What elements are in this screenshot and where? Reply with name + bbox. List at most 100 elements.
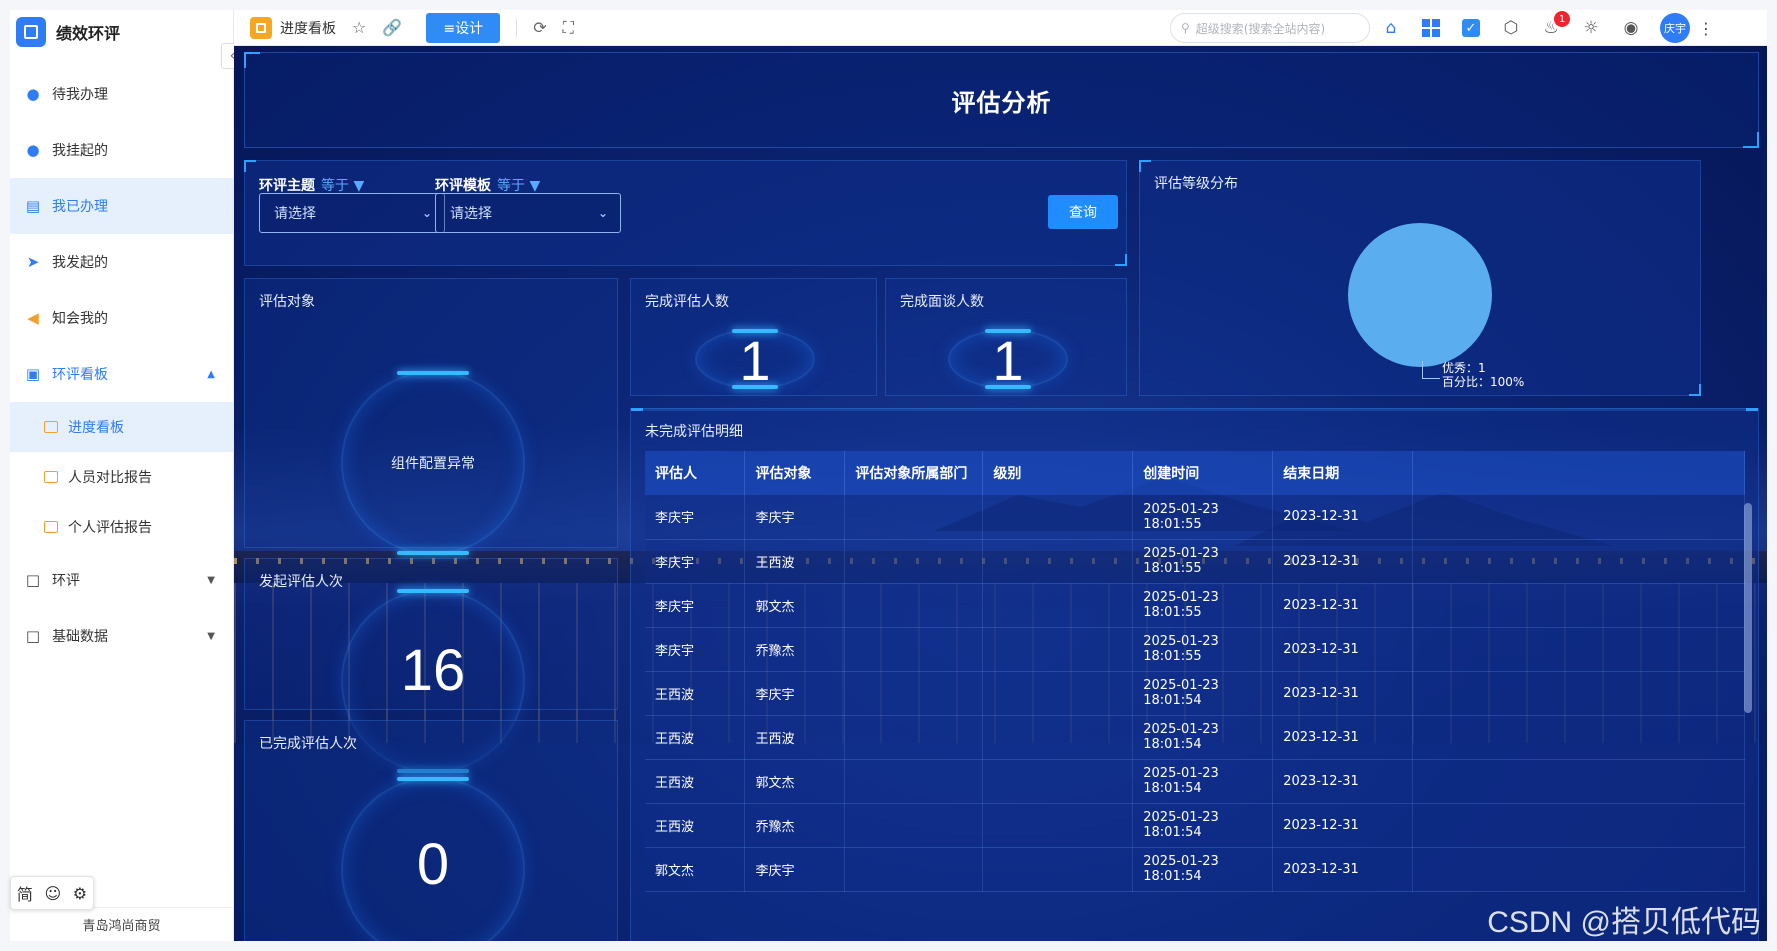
sidebar-group-review[interactable]: □ 环评 ▼ (10, 552, 233, 608)
table-cell: 王西波 (645, 715, 746, 760)
sidebar-item-board[interactable]: ▣ 环评看板 ▲ (10, 346, 233, 402)
fullscreen-icon[interactable]: ⛶ (563, 18, 574, 38)
table-cell: 2025-01-23 18:01:55 (1132, 627, 1274, 672)
table-cell (844, 715, 984, 760)
support-icon[interactable]: ◉ (1620, 17, 1642, 39)
report-icon (44, 471, 58, 483)
col-evaluator[interactable]: 评估人 (645, 451, 746, 495)
toolbar-divider (516, 18, 518, 37)
table-cell: 2023-12-31 (1272, 671, 1414, 716)
sidebar-subitem-progress-board[interactable]: 进度看板 (10, 402, 233, 452)
table-body: 李庆宇 李庆宇 2025-01-23 18:01:55 2023-12-31 李庆宇 王西… (645, 495, 1745, 892)
board-tab-icon (250, 16, 272, 39)
table-row[interactable]: 李庆宇 李庆宇 2025-01-23 18:01:55 2023-12-31 (645, 495, 1745, 540)
dashboard-header: 评估分析 (244, 52, 1759, 148)
tab-progress-board[interactable]: 进度看板 (234, 16, 336, 39)
completed-people-title: 完成评估人数 (645, 294, 729, 310)
sidebar-item-done[interactable]: ▤ 我已办理 (10, 178, 233, 234)
table-cell (982, 847, 1134, 892)
launched-card: 发起评估人次 16 (244, 558, 618, 773)
table-cell: 2025-01-23 18:01:54 (1132, 803, 1274, 848)
refresh-icon[interactable]: ⟳ (533, 18, 546, 37)
table-cell: 李庆宇 (744, 495, 846, 540)
theme-operator-dropdown[interactable]: 等于 ▼ (321, 178, 364, 194)
table-row[interactable]: 王西波 王西波 2025-01-23 18:01:54 2023-12-31 (645, 715, 1745, 760)
table-row[interactable]: 郭文杰 李庆宇 2025-01-23 18:01:54 2023-12-31 (645, 847, 1745, 892)
col-target[interactable]: 评估对象 (744, 451, 846, 495)
pie-slice-excellent[interactable] (1348, 223, 1492, 367)
interview-card: 完成面谈人数 1 (885, 278, 1127, 396)
table-row[interactable]: 李庆宇 郭文杰 2025-01-23 18:01:55 2023-12-31 (645, 583, 1745, 628)
table-row[interactable]: 李庆宇 乔豫杰 2025-01-23 18:01:55 2023-12-31 (645, 627, 1745, 672)
sidebar-item-label: 我已办理 (52, 199, 108, 215)
table-cell (844, 539, 984, 584)
page-title: 评估分析 (951, 88, 1052, 117)
template-operator-label: 等于 (497, 178, 525, 194)
table-cell: 王西波 (645, 671, 746, 716)
design-button[interactable]: ≡设计 (426, 12, 501, 43)
table-cell (982, 715, 1134, 760)
table-cell-filler (1412, 539, 1745, 584)
table-row[interactable]: 王西波 乔豫杰 2025-01-23 18:01:54 2023-12-31 (645, 803, 1745, 848)
col-department[interactable]: 评估对象所属部门 (844, 451, 984, 495)
table-scrollbar[interactable] (1744, 503, 1752, 713)
search-placeholder: 超级搜索(搜索全站内容) (1195, 21, 1326, 36)
compass-icon[interactable]: ☼ (1580, 17, 1602, 39)
pie-label-count: 优秀：1 (1442, 361, 1486, 375)
sidebar-item-initiated[interactable]: ➤ 我发起的 (10, 234, 233, 290)
user-avatar[interactable]: 庆宇 (1660, 13, 1690, 43)
settings-gear-icon[interactable]: ⚙ (73, 884, 87, 903)
table-cell-filler (1412, 495, 1745, 540)
board-icon: ▣ (25, 365, 41, 383)
template-filter-label: 环评模板 等于 ▼ (435, 175, 540, 195)
query-button[interactable]: 查询 (1048, 195, 1118, 229)
global-search-input[interactable]: ⚲ 超级搜索(搜索全站内容) (1170, 13, 1370, 43)
sidebar-item-todo[interactable]: ● 待我办理 (10, 66, 233, 122)
table-cell (982, 627, 1134, 672)
col-end-date[interactable]: 结束日期 (1272, 451, 1414, 495)
table-cell: 2025-01-23 18:01:54 (1132, 715, 1274, 760)
home-icon[interactable]: ⌂ (1380, 17, 1402, 39)
sidebar: 绩效环评 « ● 待我办理 ● 我挂起的 ▤ 我已办理 ➤ 我发起的 ◀ 知会我… (10, 10, 247, 941)
table-row[interactable]: 王西波 郭文杰 2025-01-23 18:01:54 2023-12-31 (645, 759, 1745, 804)
search-icon: ⚲ (1181, 21, 1190, 35)
task-check-icon[interactable]: ✓ (1460, 17, 1482, 39)
table-cell: 李庆宇 (645, 539, 746, 584)
sidebar-group-base-data[interactable]: □ 基础数据 ▼ (10, 608, 233, 664)
col-created-time[interactable]: 创建时间 (1132, 451, 1274, 495)
template-select[interactable]: 请选择 ⌄ (435, 193, 621, 233)
sidebar-item-label: 我挂起的 (52, 143, 108, 159)
sidebar-subitem-compare-report[interactable]: 人员对比报告 (10, 452, 233, 502)
col-level[interactable]: 级别 (982, 451, 1134, 495)
table-cell: 2025-01-23 18:01:55 (1132, 539, 1274, 584)
company-name: 青岛鸿尚商贸 (10, 907, 233, 941)
more-vertical-icon[interactable]: ⋮ (1698, 19, 1714, 38)
grade-distribution-panel: 评估等级分布 优秀：1 百分比：100% (1139, 160, 1701, 396)
bell-icon[interactable]: ♨ 1 (1540, 11, 1570, 39)
table-cell (982, 583, 1134, 628)
theme-select[interactable]: 请选择 ⌄ (259, 193, 445, 233)
chevron-up-icon: ▲ (207, 368, 215, 380)
table-cell: 2025-01-23 18:01:55 (1132, 583, 1274, 628)
table-cell: 李庆宇 (744, 847, 846, 892)
simplified-chinese-button[interactable]: 简 (17, 881, 33, 905)
table-cell: 乔豫杰 (744, 803, 846, 848)
table-cell: 2025-01-23 18:01:54 (1132, 671, 1274, 716)
table-cell: 李庆宇 (645, 583, 746, 628)
cube-icon[interactable]: ⬡ (1500, 17, 1522, 39)
table-cell (982, 539, 1134, 584)
sidebar-subitem-personal-report[interactable]: 个人评估报告 (10, 502, 233, 552)
table-row[interactable]: 李庆宇 王西波 2025-01-23 18:01:55 2023-12-31 (645, 539, 1745, 584)
table-cell-filler (1412, 627, 1745, 672)
star-icon[interactable]: ☆ (352, 18, 366, 37)
sidebar-item-suspended[interactable]: ● 我挂起的 (10, 122, 233, 178)
topbar-actions: ⌂ ✓ ⬡ ♨ 1 ☼ ◉ 庆宇 ⋮ (1380, 10, 1714, 46)
link-icon[interactable]: 🔗 (382, 18, 402, 37)
app-grid-icon[interactable] (1420, 17, 1442, 39)
table-row[interactable]: 王西波 李庆宇 2025-01-23 18:01:54 2023-12-31 (645, 671, 1745, 716)
completed-times-card: 已完成评估人次 0 (244, 720, 618, 941)
template-operator-dropdown[interactable]: 等于 ▼ (497, 178, 540, 194)
filter-panel: 环评主题 等于 ▼ 请选择 ⌄ 环评模板 等于 ▼ 请选择 ⌄ 查询 (244, 160, 1127, 266)
emoji-icon[interactable]: ☺ (44, 884, 61, 903)
sidebar-item-cc[interactable]: ◀ 知会我的 (10, 290, 233, 346)
